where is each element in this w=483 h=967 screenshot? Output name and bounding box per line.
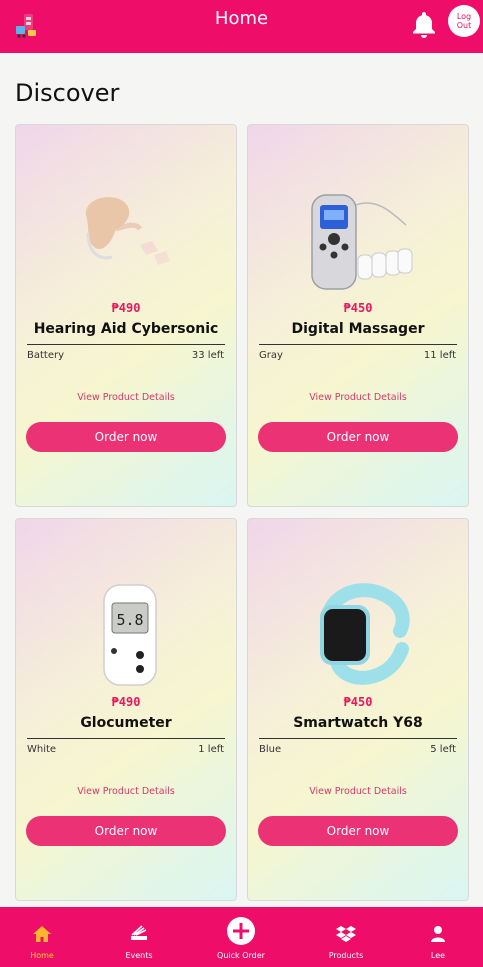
digital-massager-image bbox=[311, 194, 413, 290]
divider bbox=[259, 344, 457, 345]
product-card[interactable]: ₱450 Digital Massager Gray 11 left View … bbox=[247, 124, 469, 507]
product-price: ₱490 bbox=[111, 695, 141, 709]
logout-label: Log Out bbox=[456, 12, 472, 30]
divider bbox=[259, 738, 457, 739]
product-price: ₱450 bbox=[343, 301, 373, 315]
page-heading: Discover bbox=[15, 79, 120, 107]
product-stock: 33 left bbox=[191, 350, 224, 361]
product-price: ₱490 bbox=[111, 301, 141, 315]
product-name: Hearing Aid Cybersonic bbox=[33, 321, 219, 337]
view-product-details-link[interactable]: View Product Details bbox=[248, 786, 468, 797]
svg-text:5.8: 5.8 bbox=[116, 611, 143, 629]
nav-label: Quick Order bbox=[217, 951, 265, 960]
product-name: Smartwatch Y68 bbox=[293, 715, 423, 731]
view-product-details-link[interactable]: View Product Details bbox=[248, 392, 468, 403]
product-card[interactable]: ₱450 Smartwatch Y68 Blue 5 left View Pro… bbox=[247, 518, 469, 901]
order-now-button[interactable]: Order now bbox=[258, 422, 458, 452]
product-stock: 1 left bbox=[198, 744, 224, 755]
logout-button[interactable]: Log Out bbox=[448, 5, 480, 37]
hearing-aid-image bbox=[85, 197, 170, 265]
nav-item-products[interactable]: Products bbox=[311, 907, 381, 967]
order-now-button[interactable]: Order now bbox=[26, 816, 226, 846]
user-icon bbox=[431, 926, 445, 942]
view-product-details-link[interactable]: View Product Details bbox=[16, 786, 236, 797]
bell-icon[interactable] bbox=[411, 10, 437, 38]
glucometer-image: 5.8 bbox=[103, 584, 157, 686]
nav-label: Products bbox=[328, 951, 364, 960]
view-product-details-link[interactable]: View Product Details bbox=[16, 392, 236, 403]
dropbox-icon bbox=[336, 926, 356, 942]
nav-item-home[interactable]: Home bbox=[7, 907, 77, 967]
divider bbox=[27, 344, 225, 345]
product-variant: Battery bbox=[27, 350, 65, 361]
product-name: Digital Massager bbox=[291, 321, 425, 337]
plus-circle-icon bbox=[227, 917, 255, 945]
product-stock: 11 left bbox=[423, 350, 456, 361]
nav-label: Home bbox=[30, 951, 54, 960]
product-stock: 5 left bbox=[430, 744, 456, 755]
product-variant: White bbox=[27, 744, 57, 755]
events-icon bbox=[131, 925, 147, 940]
home-icon bbox=[33, 926, 51, 942]
order-now-button[interactable]: Order now bbox=[26, 422, 226, 452]
bottom-navigation: Home Events Quick Order Products Lee bbox=[0, 907, 483, 967]
order-now-button[interactable]: Order now bbox=[258, 816, 458, 846]
nav-item-profile[interactable]: Lee bbox=[403, 907, 473, 967]
product-name: Glocumeter bbox=[80, 715, 172, 731]
divider bbox=[27, 738, 225, 739]
smartwatch-image bbox=[320, 583, 410, 685]
nav-label: Lee bbox=[430, 951, 446, 960]
product-price: ₱450 bbox=[343, 695, 373, 709]
product-variant: Blue bbox=[259, 744, 282, 755]
nav-item-quick-order[interactable]: Quick Order bbox=[206, 907, 276, 967]
product-variant: Gray bbox=[259, 350, 283, 361]
product-card[interactable]: ₱490 Hearing Aid Cybersonic Battery 33 l… bbox=[15, 124, 237, 507]
nav-label: Events bbox=[125, 951, 153, 960]
nav-item-events[interactable]: Events bbox=[104, 907, 174, 967]
top-app-bar: Home Log Out bbox=[0, 0, 483, 53]
product-card[interactable]: 5.8 ₱490 Glocumeter White 1 left View Pr… bbox=[15, 518, 237, 901]
